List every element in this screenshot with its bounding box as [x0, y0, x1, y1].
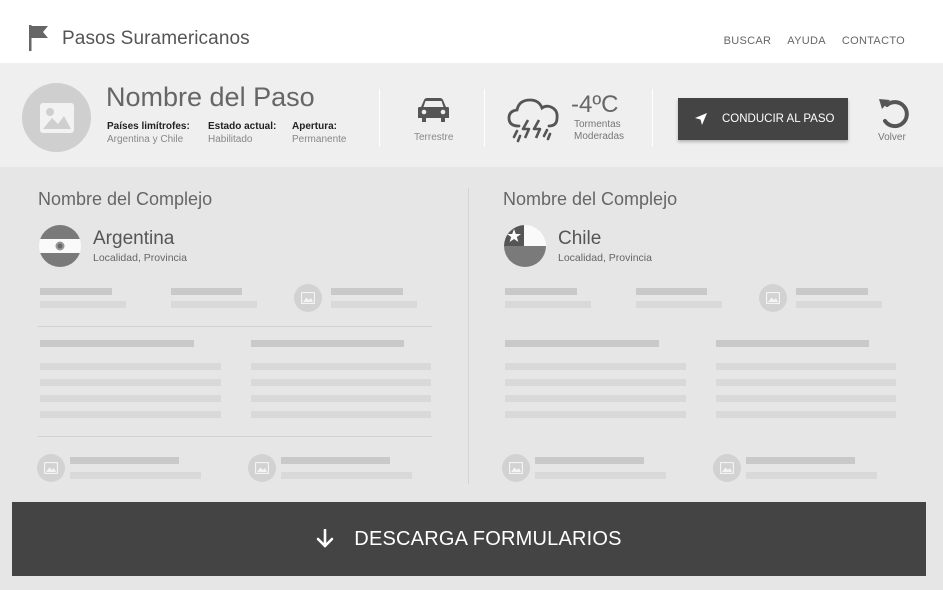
placeholder-bar: [505, 288, 577, 295]
placeholder-bar: [40, 301, 126, 308]
download-label: DESCARGA FORMULARIOS: [354, 527, 622, 550]
undo-icon: [879, 99, 909, 129]
placeholder-bar: [505, 363, 686, 370]
back-button[interactable]: [876, 97, 912, 134]
nav-ayuda[interactable]: AYUDA: [787, 35, 826, 47]
meta-paises-value: Argentina y Chile: [107, 134, 184, 145]
placeholder-bar: [70, 457, 179, 464]
car-icon: [418, 98, 449, 122]
pass-header: Nombre del Paso Países limítrofes: Argen…: [0, 63, 943, 167]
placeholder-bar: [251, 379, 431, 386]
meta-apertura-value: Permanente: [292, 134, 347, 145]
image-icon: [248, 454, 276, 482]
placeholder-bar: [40, 379, 221, 386]
pass-title: Nombre del Paso: [106, 82, 315, 112]
image-icon: [37, 454, 65, 482]
placeholder-bar: [40, 288, 112, 295]
image-icon: [39, 102, 74, 133]
meta-paises: Países limítrofes: Argentina y Chile: [107, 120, 190, 146]
placeholder-bar: [171, 288, 242, 295]
image-icon: [759, 284, 787, 312]
placeholder-bar: [796, 301, 882, 308]
placeholder-bar: [746, 472, 877, 479]
divider: [38, 326, 432, 327]
placeholder-bar: [636, 288, 707, 295]
divider: [38, 436, 432, 437]
brand-name[interactable]: Pasos Suramericanos: [62, 28, 250, 50]
placeholder-bar: [331, 301, 417, 308]
back-label: Volver: [878, 132, 906, 143]
placeholder-bar: [505, 340, 659, 347]
flag-icon: [29, 25, 48, 51]
meta-apertura-label: Apertura:: [292, 121, 338, 132]
locality: Localidad, Provincia: [93, 252, 187, 264]
meta-estado-label: Estado actual:: [208, 121, 277, 132]
placeholder-bar: [281, 472, 412, 479]
placeholder-bar: [636, 301, 722, 308]
placeholder-bar: [505, 395, 686, 402]
arrow-down-icon: [316, 529, 334, 548]
nav-buscar[interactable]: BUSCAR: [724, 35, 772, 47]
placeholder-bar: [40, 363, 221, 370]
placeholder-bar: [505, 379, 686, 386]
complex-title: Nombre del Complejo: [503, 189, 678, 209]
temperature: -4ºC: [571, 91, 619, 118]
argentina-flag-icon: [39, 225, 81, 267]
meta-apertura: Apertura: Permanente: [292, 120, 346, 146]
placeholder-bar: [251, 395, 431, 402]
nav-contacto[interactable]: CONTACTO: [842, 35, 905, 47]
divider: [652, 89, 653, 147]
weather-line-2: Moderadas: [574, 131, 625, 142]
weather-line-1: Tormentas: [574, 119, 621, 130]
pass-image-placeholder: [22, 83, 91, 152]
complex-argentina: Nombre del Complejo Argentina Localidad,…: [0, 167, 440, 502]
placeholder-bar: [746, 457, 855, 464]
placeholder-bar: [251, 363, 431, 370]
storm-cloud-icon: [507, 98, 559, 143]
top-nav: BUSCAR AYUDA CONTACTO: [724, 35, 905, 47]
chile-flag-icon: [504, 225, 546, 267]
placeholder-bar: [716, 395, 896, 402]
placeholder-bar: [251, 411, 431, 418]
download-forms-button[interactable]: DESCARGA FORMULARIOS: [12, 502, 926, 576]
navigation-arrow-icon: [695, 113, 707, 125]
placeholder-bar: [505, 411, 686, 418]
image-icon: [294, 284, 322, 312]
placeholder-bar: [535, 472, 666, 479]
complex-chile: Nombre del Complejo Chile Localidad, Pro…: [465, 167, 905, 502]
complex-title: Nombre del Complejo: [38, 189, 213, 209]
divider: [379, 89, 380, 147]
placeholder-bar: [171, 301, 257, 308]
meta-paises-label: Países limítrofes:: [107, 121, 190, 132]
country-name: Chile: [558, 228, 602, 249]
meta-estado: Estado actual: Habilitado: [208, 120, 276, 146]
placeholder-bar: [281, 457, 390, 464]
locality: Localidad, Provincia: [558, 252, 652, 264]
image-icon: [713, 454, 741, 482]
country-name: Argentina: [93, 228, 175, 249]
placeholder-bar: [40, 411, 221, 418]
placeholder-bar: [716, 379, 896, 386]
placeholder-bar: [535, 457, 644, 464]
placeholder-bar: [716, 363, 896, 370]
weather-condition: Tormentas Moderadas: [574, 119, 624, 143]
placeholder-bar: [40, 395, 221, 402]
transport-label: Terrestre: [414, 132, 454, 143]
placeholder-bar: [716, 411, 896, 418]
top-bar: Pasos Suramericanos BUSCAR AYUDA CONTACT…: [0, 0, 943, 63]
placeholder-bar: [331, 288, 403, 295]
image-icon: [502, 454, 530, 482]
placeholder-bar: [40, 340, 194, 347]
placeholder-bar: [251, 340, 404, 347]
placeholder-bar: [505, 301, 591, 308]
placeholder-bar: [796, 288, 868, 295]
placeholder-bar: [70, 472, 201, 479]
placeholder-bar: [716, 340, 869, 347]
drive-button-label: CONDUCIR AL PASO: [722, 113, 835, 125]
meta-estado-value: Habilitado: [208, 134, 253, 145]
drive-to-pass-button[interactable]: CONDUCIR AL PASO: [678, 98, 848, 140]
divider: [484, 89, 485, 147]
